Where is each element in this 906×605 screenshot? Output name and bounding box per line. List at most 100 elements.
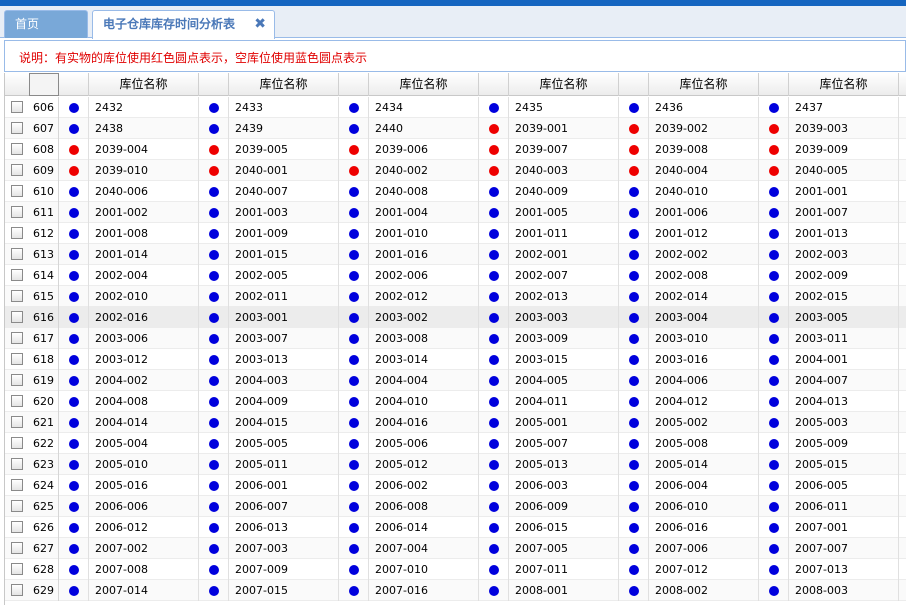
row-checkbox[interactable] <box>11 248 23 260</box>
location-name-cell[interactable]: 2002-011 <box>229 286 339 307</box>
location-name-cell[interactable]: 2040-010 <box>649 181 759 202</box>
location-name-cell[interactable]: 2040-009 <box>509 181 619 202</box>
location-name-cell[interactable]: 2001-012 <box>649 223 759 244</box>
location-name-cell[interactable]: 2002-013 <box>509 286 619 307</box>
location-name-cell[interactable]: 2003-008 <box>369 328 479 349</box>
location-name-cell[interactable]: 2001-004 <box>369 202 479 223</box>
location-name-cell[interactable]: 2004-011 <box>509 391 619 412</box>
location-name-cell[interactable]: 2001-016 <box>369 244 479 265</box>
location-name-cell[interactable]: 2003-012 <box>89 349 199 370</box>
location-name-cell[interactable]: 2004-010 <box>369 391 479 412</box>
location-name-cell[interactable]: 2006-010 <box>649 496 759 517</box>
location-name-cell[interactable]: 2440 <box>369 118 479 139</box>
location-name-cell[interactable]: 2002-015 <box>789 286 899 307</box>
row-checkbox[interactable] <box>11 227 23 239</box>
row-checkbox[interactable] <box>11 458 23 470</box>
location-name-cell[interactable]: 2005-006 <box>369 433 479 454</box>
table-row[interactable]: 613 2001-014 2001-015 2001-016 2002-001 2002-… <box>5 244 906 265</box>
table-row[interactable]: 626 2006-012 2006-013 2006-014 2006-015 2006-… <box>5 517 906 538</box>
table-row[interactable]: 609 2039-010 2040-001 2040-002 2040-003 2040-… <box>5 160 906 181</box>
location-name-cell[interactable]: 2006-005 <box>789 475 899 496</box>
location-name-cell[interactable]: 2040-008 <box>369 181 479 202</box>
location-name-cell[interactable]: 2007-008 <box>89 559 199 580</box>
location-name-cell[interactable]: 2039-010 <box>89 160 199 181</box>
location-name-cell[interactable]: 2002-009 <box>789 265 899 286</box>
location-name-cell[interactable]: 2004-005 <box>509 370 619 391</box>
row-checkbox[interactable] <box>11 143 23 155</box>
location-name-cell[interactable]: 2004-006 <box>649 370 759 391</box>
location-name-cell[interactable]: 2436 <box>649 97 759 118</box>
location-name-cell[interactable]: 2002-012 <box>369 286 479 307</box>
column-header-location-name[interactable]: 库位名称 <box>509 73 619 96</box>
location-name-cell[interactable]: 2006-016 <box>649 517 759 538</box>
location-name-cell[interactable]: 2039-007 <box>509 139 619 160</box>
location-name-cell[interactable]: 2040-001 <box>229 160 339 181</box>
location-name-cell[interactable]: 2001-011 <box>509 223 619 244</box>
location-name-cell[interactable]: 2433 <box>229 97 339 118</box>
location-name-cell[interactable]: 2001-014 <box>89 244 199 265</box>
location-name-cell[interactable]: 2003-003 <box>509 307 619 328</box>
location-name-cell[interactable]: 2001-005 <box>509 202 619 223</box>
location-name-cell[interactable]: 2005-014 <box>649 454 759 475</box>
close-icon[interactable]: ✖ <box>254 11 266 37</box>
row-checkbox[interactable] <box>11 311 23 323</box>
row-checkbox[interactable] <box>11 521 23 533</box>
location-name-cell[interactable]: 2001-007 <box>789 202 899 223</box>
table-row[interactable]: 628 2007-008 2007-009 2007-010 2007-011 2007-… <box>5 559 906 580</box>
location-name-cell[interactable]: 2004-014 <box>89 412 199 433</box>
select-all-header-cell[interactable] <box>29 73 59 96</box>
location-name-cell[interactable]: 2005-010 <box>89 454 199 475</box>
location-name-cell[interactable]: 2006-011 <box>789 496 899 517</box>
location-name-cell[interactable]: 2007-002 <box>89 538 199 559</box>
row-checkbox[interactable] <box>11 101 23 113</box>
location-name-cell[interactable]: 2007-013 <box>789 559 899 580</box>
row-checkbox[interactable] <box>11 374 23 386</box>
location-name-cell[interactable]: 2006-003 <box>509 475 619 496</box>
location-name-cell[interactable]: 2008-002 <box>649 580 759 601</box>
location-name-cell[interactable]: 2002-005 <box>229 265 339 286</box>
table-row[interactable]: 606 2432 2433 2434 2435 2436 2437 <box>5 97 906 118</box>
location-name-cell[interactable]: 2001-008 <box>89 223 199 244</box>
column-header-location-name[interactable]: 库位名称 <box>229 73 339 96</box>
location-name-cell[interactable]: 2040-003 <box>509 160 619 181</box>
row-checkbox[interactable] <box>11 269 23 281</box>
location-name-cell[interactable]: 2006-014 <box>369 517 479 538</box>
location-name-cell[interactable]: 2005-009 <box>789 433 899 454</box>
location-name-cell[interactable]: 2007-012 <box>649 559 759 580</box>
location-name-cell[interactable]: 2002-007 <box>509 265 619 286</box>
location-name-cell[interactable]: 2005-013 <box>509 454 619 475</box>
location-name-cell[interactable]: 2437 <box>789 97 899 118</box>
location-name-cell[interactable]: 2039-009 <box>789 139 899 160</box>
location-name-cell[interactable]: 2003-016 <box>649 349 759 370</box>
location-name-cell[interactable]: 2002-003 <box>789 244 899 265</box>
row-checkbox[interactable] <box>11 353 23 365</box>
location-name-cell[interactable]: 2006-013 <box>229 517 339 538</box>
location-name-cell[interactable]: 2004-004 <box>369 370 479 391</box>
location-name-cell[interactable]: 2007-011 <box>509 559 619 580</box>
location-name-cell[interactable]: 2040-002 <box>369 160 479 181</box>
location-name-cell[interactable]: 2007-001 <box>789 517 899 538</box>
location-name-cell[interactable]: 2002-010 <box>89 286 199 307</box>
location-name-cell[interactable]: 2003-005 <box>789 307 899 328</box>
location-name-cell[interactable]: 2005-011 <box>229 454 339 475</box>
location-name-cell[interactable]: 2006-009 <box>509 496 619 517</box>
location-name-cell[interactable]: 2001-015 <box>229 244 339 265</box>
location-name-cell[interactable]: 2006-001 <box>229 475 339 496</box>
location-name-cell[interactable]: 2004-003 <box>229 370 339 391</box>
location-name-cell[interactable]: 2039-006 <box>369 139 479 160</box>
location-name-cell[interactable]: 2001-003 <box>229 202 339 223</box>
location-name-cell[interactable]: 2039-002 <box>649 118 759 139</box>
location-name-cell[interactable]: 2005-001 <box>509 412 619 433</box>
table-row[interactable]: 611 2001-002 2001-003 2001-004 2001-005 2001-… <box>5 202 906 223</box>
location-name-cell[interactable]: 2006-012 <box>89 517 199 538</box>
row-checkbox[interactable] <box>11 437 23 449</box>
location-name-cell[interactable]: 2003-001 <box>229 307 339 328</box>
row-checkbox[interactable] <box>11 185 23 197</box>
row-checkbox[interactable] <box>11 584 23 596</box>
location-name-cell[interactable]: 2434 <box>369 97 479 118</box>
location-name-cell[interactable]: 2039-004 <box>89 139 199 160</box>
location-name-cell[interactable]: 2005-012 <box>369 454 479 475</box>
tab-storage-analysis[interactable]: 电子仓库库存时间分析表 ✖ <box>92 10 275 39</box>
location-name-cell[interactable]: 2007-009 <box>229 559 339 580</box>
table-row[interactable]: 624 2005-016 2006-001 2006-002 2006-003 2006-… <box>5 475 906 496</box>
